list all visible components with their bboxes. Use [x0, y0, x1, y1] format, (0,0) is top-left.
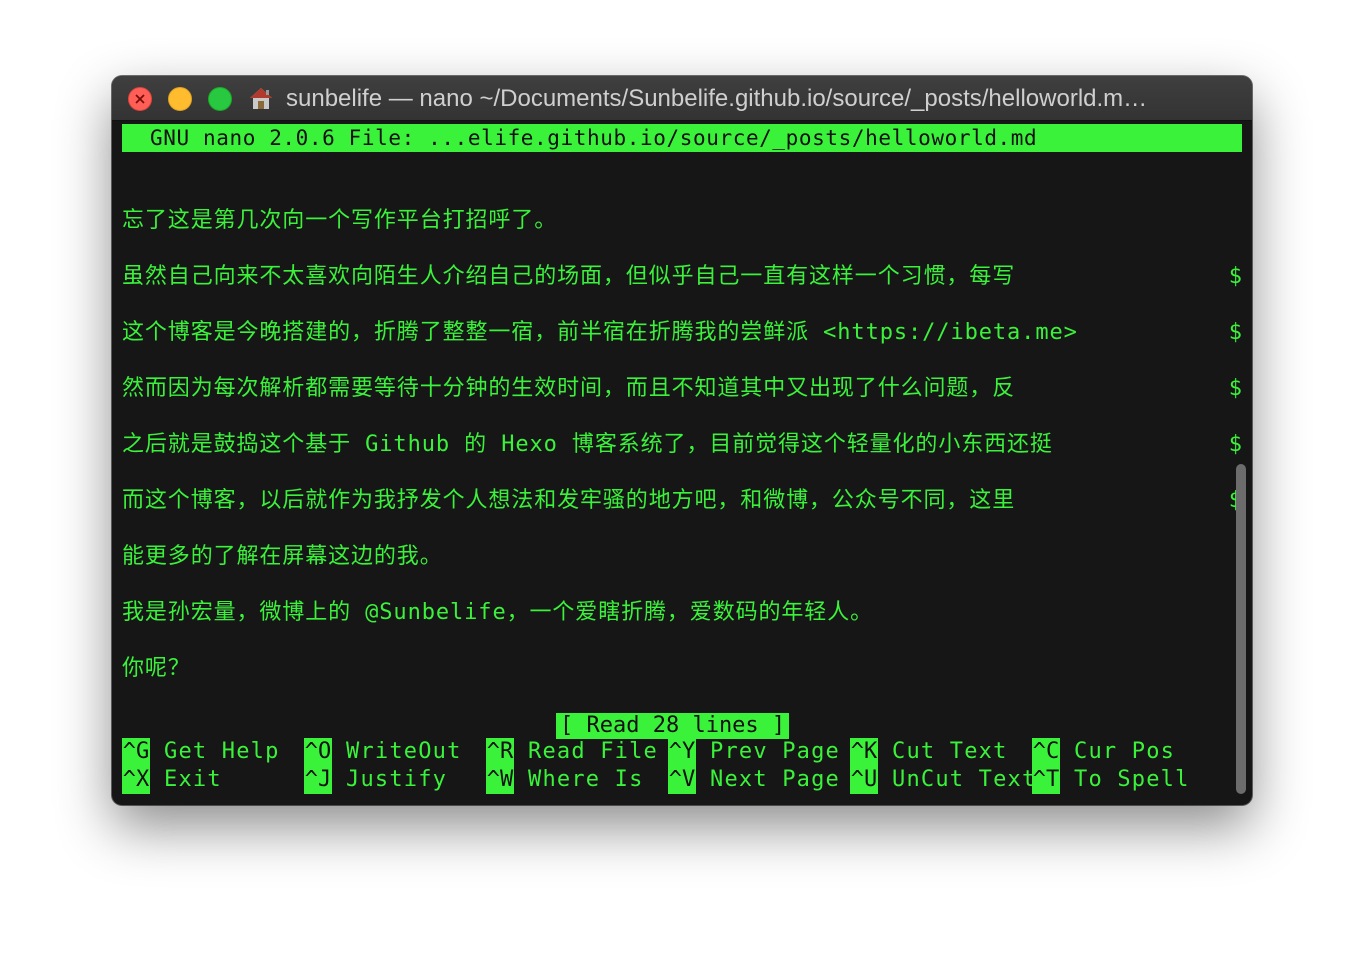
shortcut-next-page[interactable]: ^V Next Page — [668, 766, 840, 794]
shortcut-label: Where Is — [528, 767, 644, 792]
shortcut-label: To Spell — [1074, 767, 1190, 792]
shortcut-uncut-text[interactable]: ^U UnCut Text — [850, 766, 1036, 794]
shortcut-label: Cur Pos — [1074, 739, 1176, 764]
terminal-window: sunbelife — nano ~/Documents/Sunbelife.g… — [112, 76, 1252, 805]
shortcut-key: ^K — [850, 738, 878, 766]
text-line[interactable]: 我是孙宏量，微博上的 @Sunbelife，一个爱瞎折腾，爱数码的年轻人。 — [122, 597, 873, 629]
nano-header-bar: GNU nano 2.0.6 File: ...elife.github.io/… — [122, 124, 1242, 152]
shortcut-key: ^W — [486, 766, 514, 794]
overflow-marker: $ — [1228, 261, 1242, 293]
shortcut-key: ^X — [122, 766, 150, 794]
home-icon — [250, 88, 272, 109]
shortcut-key: ^U — [850, 766, 878, 794]
shortcut-read-file[interactable]: ^R Read File — [486, 738, 658, 766]
shortcut-key: ^O — [304, 738, 332, 766]
status-message: [ Read 28 lines ] — [556, 713, 790, 739]
text-line[interactable]: 能更多的了解在屏幕这边的我。 — [122, 541, 443, 573]
shortcut-cut-text[interactable]: ^K Cut Text — [850, 738, 1008, 766]
text-line[interactable]: 之后就是鼓捣这个基于 Github 的 Hexo 博客系统了，目前觉得这个轻量化… — [122, 429, 1053, 461]
shortcut-where-is[interactable]: ^W Where Is — [486, 766, 644, 794]
shortcut-label: Read File — [528, 739, 659, 764]
shortcut-key: ^T — [1032, 766, 1060, 794]
shortcut-label: Justify — [346, 767, 448, 792]
text-line[interactable]: 忘了这是第几次向一个写作平台打招呼了。 — [122, 205, 557, 237]
shortcut-label: Next Page — [710, 767, 841, 792]
text-line[interactable]: 而这个博客，以后就作为我抒发个人想法和发牢骚的地方吧，和微博，公众号不同，这里 — [122, 485, 1015, 517]
shortcut-justify[interactable]: ^J Justify — [304, 766, 447, 794]
nano-editor[interactable]: GNU nano 2.0.6 File: ...elife.github.io/… — [122, 124, 1242, 799]
shortcut-key: ^J — [304, 766, 332, 794]
shortcut-key: ^R — [486, 738, 514, 766]
shortcut-label: Exit — [164, 767, 222, 792]
shortcut-key: ^G — [122, 738, 150, 766]
close-icon — [135, 94, 145, 104]
overflow-marker: $ — [1228, 317, 1242, 349]
close-button[interactable] — [128, 87, 152, 111]
shortcut-label: Cut Text — [892, 739, 1008, 764]
text-line[interactable]: 你呢？ — [122, 653, 191, 685]
shortcut-label: UnCut Text — [892, 767, 1037, 792]
text-line[interactable]: 虽然自己向来不太喜欢向陌生人介绍自己的场面，但似乎自己一直有这样一个习惯，每写 — [122, 261, 1015, 293]
title-bar[interactable]: sunbelife — nano ~/Documents/Sunbelife.g… — [112, 76, 1252, 121]
shortcut-exit[interactable]: ^X Exit — [122, 766, 222, 794]
shortcut-get-help[interactable]: ^G Get Help — [122, 738, 280, 766]
shortcut-to-spell[interactable]: ^T To Spell — [1032, 766, 1190, 794]
shortcut-label: Get Help — [164, 739, 280, 764]
text-line[interactable]: 这个博客是今晚搭建的，折腾了整整一宿，前半宿在折腾我的尝鲜派 <https://… — [122, 317, 1078, 349]
shortcut-key: ^Y — [668, 738, 696, 766]
maximize-button[interactable] — [208, 87, 232, 111]
overflow-marker: $ — [1228, 429, 1242, 461]
shortcut-prev-page[interactable]: ^Y Prev Page — [668, 738, 840, 766]
shortcut-label: Prev Page — [710, 739, 841, 764]
shortcut-writeout[interactable]: ^O WriteOut — [304, 738, 462, 766]
shortcut-cur-pos[interactable]: ^C Cur Pos — [1032, 738, 1175, 766]
minimize-button[interactable] — [168, 87, 192, 111]
window-title: sunbelife — nano ~/Documents/Sunbelife.g… — [286, 85, 1148, 112]
shortcut-key: ^C — [1032, 738, 1060, 766]
scrollbar-thumb[interactable] — [1236, 464, 1246, 794]
shortcut-label: WriteOut — [346, 739, 462, 764]
shortcut-key: ^V — [668, 766, 696, 794]
overflow-marker: $ — [1228, 373, 1242, 405]
text-line[interactable]: 然而因为每次解析都需要等待十分钟的生效时间，而且不知道其中又出现了什么问题，反 — [122, 373, 1015, 405]
